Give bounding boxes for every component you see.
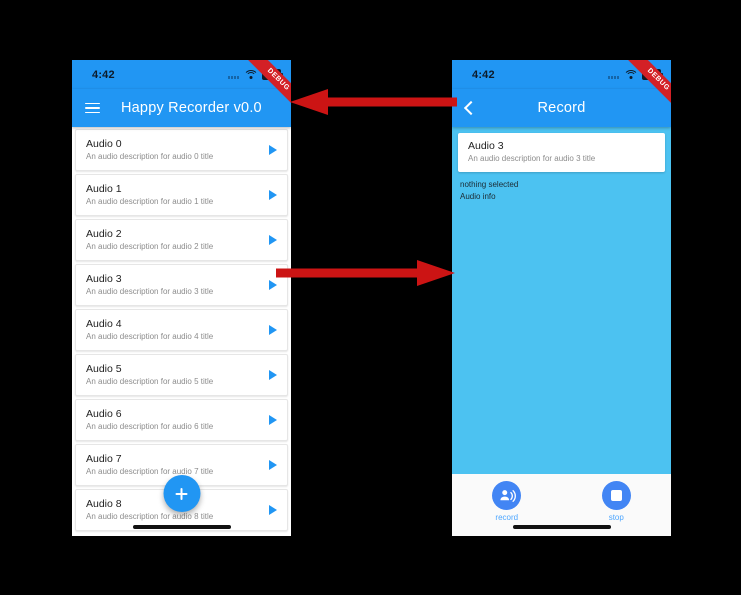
list-item-texts: Audio 1 An audio description for audio 1… xyxy=(86,183,263,208)
list-item-subtitle: An audio description for audio 1 title xyxy=(86,196,214,206)
home-indicator xyxy=(132,525,231,529)
status-bar-left: 4:42 DEBUG xyxy=(72,60,291,124)
status-icons xyxy=(608,69,663,80)
plus-icon xyxy=(175,487,189,501)
add-audio-fab[interactable] xyxy=(163,475,200,512)
list-item-subtitle: An audio description for audio 2 title xyxy=(86,241,214,251)
record-voice-icon xyxy=(492,481,522,510)
battery-icon xyxy=(642,69,663,80)
signal-icon xyxy=(228,71,239,79)
record-button-label: record xyxy=(495,513,519,522)
list-item-title: Audio 7 xyxy=(86,452,122,465)
list-item-subtitle: An audio description for audio 5 title xyxy=(86,376,214,386)
play-icon[interactable] xyxy=(269,235,277,245)
list-item-texts: Audio 3 An audio description for audio 3… xyxy=(86,273,263,298)
list-item-subtitle: An audio description for audio 3 title xyxy=(86,286,214,296)
list-item-title: Audio 2 xyxy=(86,227,122,240)
selected-audio-subtitle: An audio description for audio 3 title xyxy=(468,154,596,164)
list-item-title: Audio 5 xyxy=(86,362,122,375)
record-screen-body: Audio 3 An audio description for audio 3… xyxy=(452,127,671,536)
list-item[interactable]: Audio 1 An audio description for audio 1… xyxy=(75,174,288,216)
record-info-block: nothing selected Audio info xyxy=(452,172,671,202)
hamburger-icon[interactable] xyxy=(85,102,100,114)
list-item[interactable]: Audio 3 An audio description for audio 3… xyxy=(75,264,288,306)
status-time: 4:42 xyxy=(472,68,495,81)
list-item-texts: Audio 4 An audio description for audio 4… xyxy=(86,318,263,343)
list-item[interactable]: Audio 5 An audio description for audio 5… xyxy=(75,354,288,396)
arrow-item-to-record xyxy=(276,260,455,286)
list-item-title: Audio 0 xyxy=(86,137,122,150)
list-item-title: Audio 1 xyxy=(86,182,122,195)
list-item-title: Audio 6 xyxy=(86,407,122,420)
list-item-subtitle: An audio description for audio 4 title xyxy=(86,331,214,341)
arrow-head-left-icon xyxy=(290,89,328,115)
page-title: Record xyxy=(537,100,586,116)
list-item-subtitle: An audio description for audio 8 title xyxy=(86,511,214,521)
wifi-icon xyxy=(243,69,258,80)
play-icon[interactable] xyxy=(269,145,277,155)
stop-button[interactable]: stop xyxy=(601,481,631,522)
battery-icon xyxy=(262,69,283,80)
status-bar-right: 4:42 DEBUG xyxy=(452,60,671,124)
list-item-texts: Audio 7 An audio description for audio 7… xyxy=(86,453,263,478)
app-bar-left: Happy Recorder v0.0 xyxy=(72,89,291,127)
stop-square-icon xyxy=(601,481,631,510)
list-item-texts: Audio 5 An audio description for audio 5… xyxy=(86,363,263,388)
list-item[interactable]: Audio 0 An audio description for audio 0… xyxy=(75,129,288,171)
list-item-texts: Audio 2 An audio description for audio 2… xyxy=(86,228,263,253)
list-item-texts: Audio 0 An audio description for audio 0… xyxy=(86,138,263,163)
selected-audio-card[interactable]: Audio 3 An audio description for audio 3… xyxy=(458,133,665,172)
list-item-title: Audio 3 xyxy=(86,272,122,285)
arrow-head-right-icon xyxy=(417,260,455,286)
list-item[interactable]: Audio 2 An audio description for audio 2… xyxy=(75,219,288,261)
list-item-subtitle: An audio description for audio 6 title xyxy=(86,421,214,431)
play-icon[interactable] xyxy=(269,415,277,425)
play-icon[interactable] xyxy=(269,505,277,515)
list-item-subtitle: An audio description for audio 0 title xyxy=(86,151,214,161)
phone-right-record-screen: 4:42 DEBUG Record Audio 3 An audio descr… xyxy=(452,60,671,536)
audio-info-text: Audio info xyxy=(460,191,496,201)
list-item-texts: Audio 6 An audio description for audio 6… xyxy=(86,408,263,433)
list-item[interactable]: Audio 4 An audio description for audio 4… xyxy=(75,309,288,351)
signal-icon xyxy=(608,71,619,79)
wifi-icon xyxy=(623,69,638,80)
list-item-title: Audio 4 xyxy=(86,317,122,330)
audio-list[interactable]: Audio 0 An audio description for audio 0… xyxy=(72,127,291,536)
list-item[interactable]: Audio 6 An audio description for audio 6… xyxy=(75,399,288,441)
play-icon[interactable] xyxy=(269,370,277,380)
status-time: 4:42 xyxy=(92,68,115,81)
stop-button-label: stop xyxy=(608,513,624,522)
screenshot-canvas: 4:42 DEBUG Happy Recorder v0.0 Audio 0 A… xyxy=(0,0,741,595)
selection-status-text: nothing selected xyxy=(460,180,519,189)
app-bar-right: Record xyxy=(452,89,671,127)
phone-left-audio-list: 4:42 DEBUG Happy Recorder v0.0 Audio 0 A… xyxy=(72,60,291,536)
play-icon[interactable] xyxy=(269,190,277,200)
page-title: Happy Recorder v0.0 xyxy=(121,100,262,116)
record-button[interactable]: record xyxy=(492,481,522,522)
status-icons xyxy=(228,69,283,80)
arrow-shaft xyxy=(326,97,457,107)
arrow-back-to-list xyxy=(290,89,457,115)
selected-audio-title: Audio 3 xyxy=(468,140,504,153)
play-icon[interactable] xyxy=(269,325,277,335)
play-icon[interactable] xyxy=(269,460,277,470)
home-indicator xyxy=(512,525,611,529)
arrow-shaft xyxy=(276,268,419,278)
